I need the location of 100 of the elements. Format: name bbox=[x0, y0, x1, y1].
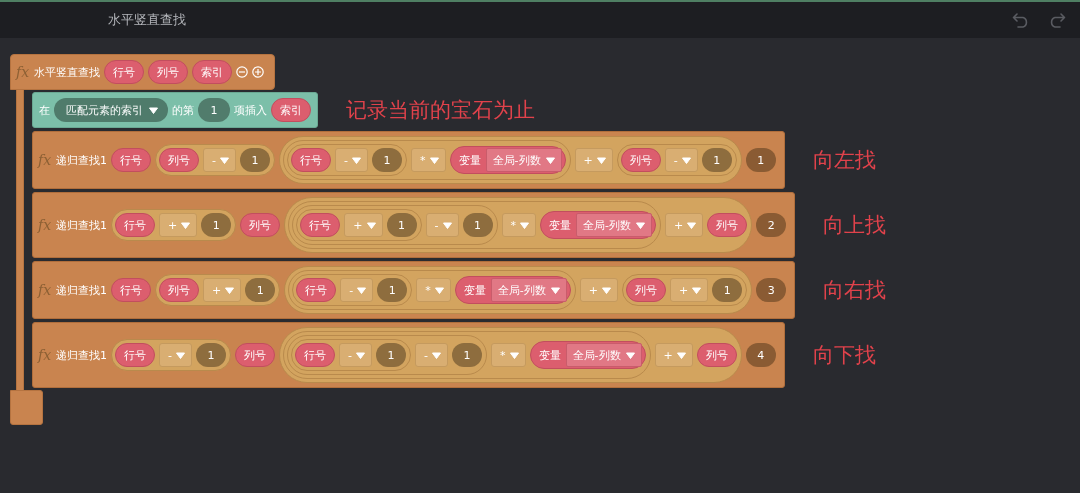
variable-pill[interactable]: 列号 bbox=[620, 148, 661, 172]
operator-dropdown[interactable]: * bbox=[411, 148, 446, 172]
number-pill[interactable]: 1 bbox=[386, 213, 417, 237]
operator-dropdown[interactable]: - bbox=[340, 278, 374, 302]
caret-icon bbox=[509, 351, 519, 359]
block-label: 的第 bbox=[172, 102, 194, 118]
parameter-pill[interactable]: 行号 bbox=[104, 60, 145, 84]
operator-dropdown[interactable]: + bbox=[579, 278, 618, 302]
number-pill[interactable]: 2 bbox=[756, 213, 787, 237]
number-pill[interactable]: 1 bbox=[245, 278, 276, 302]
caret-icon bbox=[225, 286, 235, 294]
number-pill[interactable]: 1 bbox=[462, 213, 493, 237]
variable-pill[interactable]: 行号 bbox=[115, 343, 156, 367]
caret-icon bbox=[432, 351, 442, 359]
operator-dropdown[interactable]: - bbox=[203, 148, 237, 172]
operator-dropdown[interactable]: - bbox=[425, 213, 459, 237]
operator-dropdown[interactable]: - bbox=[335, 148, 369, 172]
block-label: 项插入 bbox=[234, 102, 267, 118]
operator-dropdown[interactable]: - bbox=[664, 148, 698, 172]
minus-icon[interactable] bbox=[236, 66, 249, 78]
caret-icon bbox=[176, 351, 186, 359]
caret-icon bbox=[545, 156, 555, 164]
tab-title: 水平竖直查找 bbox=[108, 11, 187, 29]
number-pill[interactable]: 1 bbox=[372, 148, 403, 172]
plus-icon[interactable] bbox=[252, 66, 265, 78]
number-pill[interactable]: 1 bbox=[701, 148, 732, 172]
variable-pill[interactable]: 列号 bbox=[159, 148, 200, 172]
function-name: 递归查找1 bbox=[56, 347, 108, 363]
redo-icon[interactable] bbox=[1048, 12, 1066, 28]
operator-dropdown[interactable]: + bbox=[654, 343, 693, 367]
caret-icon bbox=[356, 351, 366, 359]
number-pill[interactable]: 3 bbox=[756, 278, 787, 302]
operator-dropdown[interactable]: + bbox=[159, 213, 198, 237]
operator-dropdown[interactable]: + bbox=[670, 278, 709, 302]
caret-icon bbox=[692, 286, 702, 294]
variable-pill[interactable]: 行号 bbox=[296, 278, 337, 302]
variable-pill[interactable]: 行号 bbox=[300, 213, 341, 237]
caret-icon bbox=[596, 156, 606, 164]
number-pill[interactable]: 1 bbox=[201, 213, 232, 237]
variable-pill[interactable]: 行号 bbox=[295, 343, 336, 367]
parameter-pill[interactable]: 索引 bbox=[192, 60, 233, 84]
caret-icon bbox=[366, 221, 376, 229]
fx-label: fx bbox=[16, 64, 30, 80]
caret-icon bbox=[681, 156, 691, 164]
operator-dropdown[interactable]: + bbox=[344, 213, 383, 237]
variable-label: 变量 bbox=[458, 152, 481, 168]
number-pill[interactable]: 1 bbox=[376, 343, 407, 367]
variable-pill[interactable]: 列号 bbox=[707, 213, 748, 237]
function-end-block bbox=[10, 390, 43, 425]
function-name: 递归查找1 bbox=[56, 282, 108, 298]
operator-dropdown[interactable]: * bbox=[416, 278, 451, 302]
caret-icon bbox=[602, 286, 611, 294]
number-pill[interactable]: 1 bbox=[452, 343, 483, 367]
variable-pill[interactable]: 行号 bbox=[291, 148, 332, 172]
variable-pill[interactable]: 列号 bbox=[159, 278, 200, 302]
operator-dropdown[interactable]: - bbox=[339, 343, 373, 367]
caret-icon bbox=[442, 221, 452, 229]
list-dropdown[interactable]: 匹配元素的索引 bbox=[54, 98, 168, 122]
function-name: 递归查找1 bbox=[56, 217, 108, 233]
annotation: 向上找 bbox=[823, 212, 887, 239]
operator-dropdown[interactable]: * bbox=[501, 213, 536, 237]
variable-pill[interactable]: 列号 bbox=[626, 278, 666, 302]
number-pill[interactable]: 1 bbox=[196, 343, 227, 367]
number-pill[interactable]: 1 bbox=[745, 148, 776, 172]
variable-pill[interactable]: 行号 bbox=[111, 148, 152, 172]
variable-dropdown[interactable]: 全局-列数 bbox=[490, 278, 567, 302]
caret-icon bbox=[181, 221, 191, 229]
variable-dropdown[interactable]: 全局-列数 bbox=[485, 148, 562, 172]
variable-pill[interactable]: 列号 bbox=[696, 343, 737, 367]
caret-icon bbox=[550, 286, 560, 294]
operator-dropdown[interactable]: + bbox=[574, 148, 613, 172]
caret-icon bbox=[149, 106, 158, 114]
parameter-pill[interactable]: 列号 bbox=[148, 60, 189, 84]
number-pill[interactable]: 4 bbox=[745, 343, 776, 367]
caret-icon bbox=[352, 156, 362, 164]
caret-icon bbox=[357, 286, 367, 294]
operator-dropdown[interactable]: + bbox=[203, 278, 242, 302]
variable-dropdown[interactable]: 全局-列数 bbox=[565, 343, 642, 367]
operator-dropdown[interactable]: * bbox=[491, 343, 526, 367]
variable-pill[interactable]: 列号 bbox=[240, 213, 281, 237]
function-name: 水平竖直查找 bbox=[34, 64, 101, 80]
operator-dropdown[interactable]: + bbox=[665, 213, 704, 237]
variable-pill[interactable]: 列号 bbox=[235, 343, 276, 367]
fx-label: fx bbox=[38, 347, 52, 363]
annotation: 向右找 bbox=[823, 277, 887, 304]
fx-label: fx bbox=[38, 282, 52, 298]
variable-pill[interactable]: 行号 bbox=[111, 278, 152, 302]
number-pill[interactable]: 1 bbox=[198, 98, 230, 122]
operator-dropdown[interactable]: - bbox=[415, 343, 449, 367]
undo-icon[interactable] bbox=[1012, 12, 1030, 28]
block-label: 在 bbox=[39, 102, 50, 118]
variable-dropdown[interactable]: 全局-列数 bbox=[576, 213, 652, 237]
variable-pill[interactable]: 索引 bbox=[271, 98, 311, 122]
caret-icon bbox=[220, 156, 230, 164]
caret-icon bbox=[434, 286, 444, 294]
number-pill[interactable]: 1 bbox=[240, 148, 271, 172]
number-pill[interactable]: 1 bbox=[377, 278, 408, 302]
number-pill[interactable]: 1 bbox=[712, 278, 743, 302]
variable-label: 变量 bbox=[549, 217, 571, 233]
variable-pill[interactable]: 行号 bbox=[115, 213, 156, 237]
